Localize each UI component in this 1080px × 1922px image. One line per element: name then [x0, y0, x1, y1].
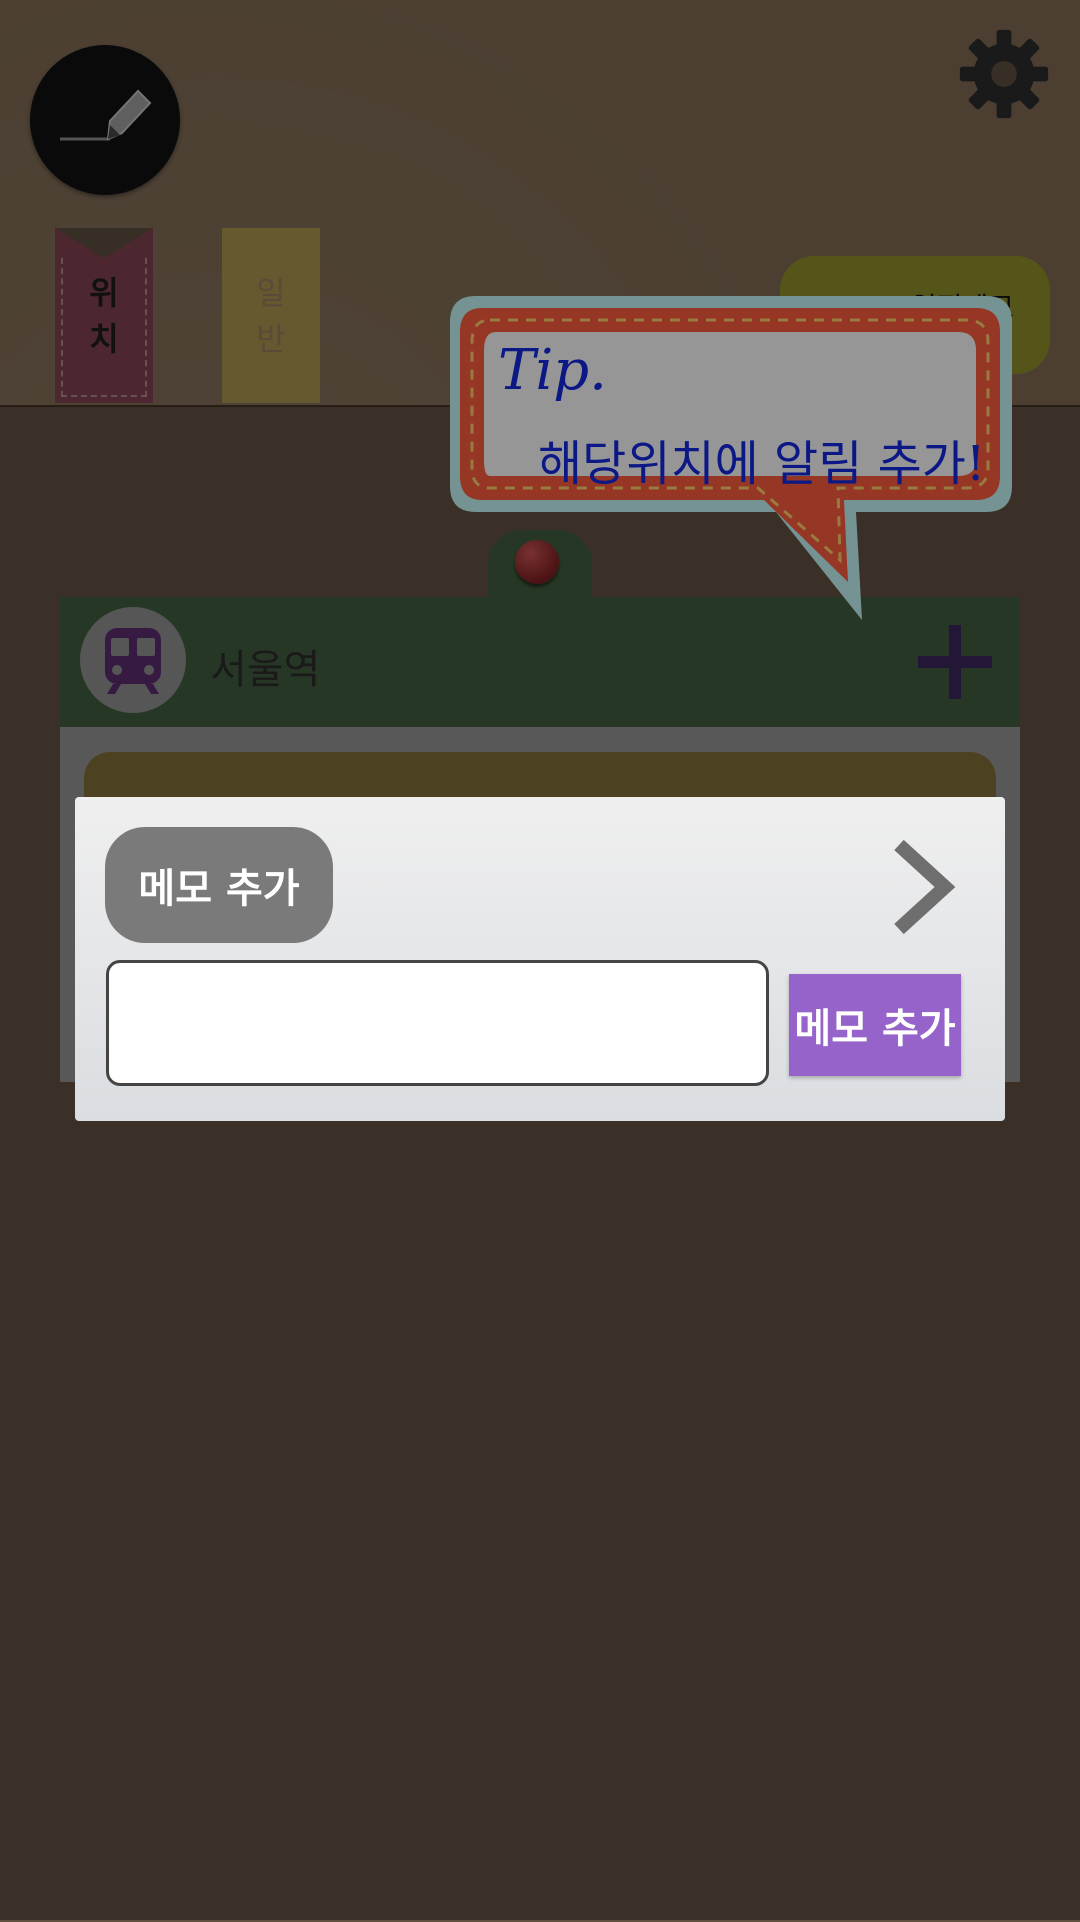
chevron-right-icon[interactable]	[887, 837, 957, 937]
dialog-title: 메모 추가	[105, 827, 333, 943]
memo-input[interactable]	[106, 960, 769, 1086]
tab-location-label-2: 치	[89, 319, 119, 358]
add-memo-button[interactable]: 메모 추가	[789, 974, 961, 1076]
add-memo-dialog: 메모 추가 메모 추가	[75, 797, 1005, 1121]
tab-general-label-2: 반	[256, 319, 286, 358]
tab-location-label-1: 위	[89, 273, 119, 312]
tab-general-label-1: 일	[256, 273, 286, 312]
